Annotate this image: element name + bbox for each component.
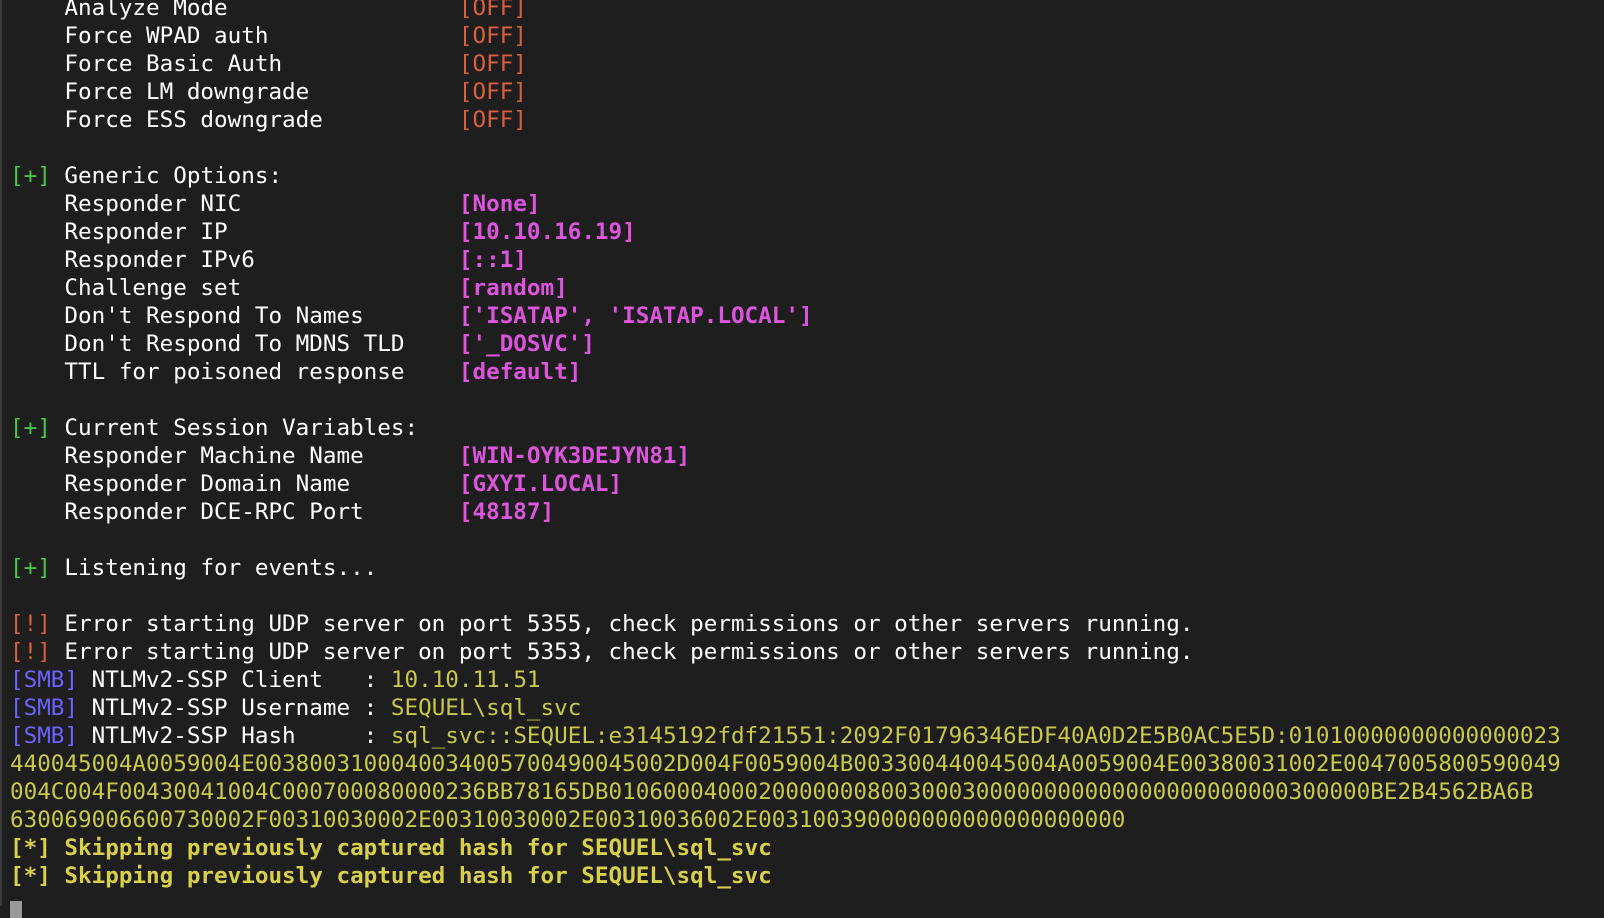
terminal-text-segment: Responder Domain Name <box>10 471 459 497</box>
terminal-line: Responder Machine Name [WIN-OYK3DEJYN81] <box>10 442 1604 470</box>
terminal-text-segment: [!] <box>10 639 51 665</box>
terminal-line: [!] Error starting UDP server on port 53… <box>10 638 1604 666</box>
terminal-text-segment: Listening for events... <box>50 555 378 581</box>
terminal-text-segment: Challenge set <box>10 275 459 301</box>
terminal-text-segment: Responder NIC <box>10 191 459 217</box>
terminal-line: [+] Listening for events... <box>10 554 1604 582</box>
terminal-text-segment: NTLMv2-SSP Hash : <box>78 723 391 749</box>
terminal-text-segment: SEQUEL\sql_svc <box>390 695 582 721</box>
terminal-text-segment: 004C004F00430041004C000700080000236BB781… <box>10 779 1534 805</box>
terminal-text-segment: [48187] <box>458 499 555 525</box>
terminal-line: [+] Current Session Variables: <box>10 414 1604 442</box>
terminal-output[interactable]: Analyze Mode [OFF] Force WPAD auth [OFF]… <box>10 0 1604 918</box>
terminal-line: Challenge set [random] <box>10 274 1604 302</box>
terminal-text-segment: sql_svc::SEQUEL:e3145192fdf21551:2092F01… <box>390 723 1561 749</box>
terminal-text-segment: [+] <box>10 415 51 441</box>
terminal-text-segment: Responder Machine Name <box>10 443 459 469</box>
terminal-text-segment: Force Basic Auth <box>10 51 459 77</box>
terminal-text-segment: [+] <box>10 163 51 189</box>
terminal-text-segment: [OFF] <box>458 51 527 77</box>
terminal-text-segment: [10.10.16.19] <box>458 219 636 245</box>
terminal-text-segment: Don't Respond To Names <box>10 303 459 329</box>
terminal-text-segment: [OFF] <box>458 0 527 21</box>
terminal-text-segment: [SMB] <box>10 667 79 693</box>
terminal-text-segment: [OFF] <box>458 79 527 105</box>
terminal-line: [!] Error starting UDP server on port 53… <box>10 610 1604 638</box>
terminal-text-segment: TTL for poisoned response <box>10 359 459 385</box>
terminal-line: Analyze Mode [OFF] <box>10 0 1604 22</box>
terminal-text-segment: [SMB] <box>10 723 79 749</box>
terminal-text-segment: [*] Skipping previously captured hash fo… <box>10 863 772 889</box>
terminal-text-segment: [SMB] <box>10 695 79 721</box>
terminal-text-segment: [default] <box>458 359 582 385</box>
terminal-text-segment: ['_DOSVC'] <box>458 331 595 357</box>
terminal-text-segment: Analyze Mode <box>10 0 459 21</box>
terminal-text-segment: Generic Options: <box>50 163 283 189</box>
terminal-text-segment: [*] Skipping previously captured hash fo… <box>10 835 772 861</box>
terminal-text-segment: Responder IPv6 <box>10 247 459 273</box>
terminal-line: [SMB] NTLMv2-SSP Client : 10.10.11.51 <box>10 666 1604 694</box>
terminal-text-segment: [random] <box>458 275 568 301</box>
terminal-line: [SMB] NTLMv2-SSP Hash : sql_svc::SEQUEL:… <box>10 722 1604 750</box>
terminal-line: 004C004F00430041004C000700080000236BB781… <box>10 778 1604 806</box>
terminal-line: Force Basic Auth [OFF] <box>10 50 1604 78</box>
terminal-line: Force ESS downgrade [OFF] <box>10 106 1604 134</box>
terminal-text-segment: Error starting UDP server on port 5353, … <box>50 639 1194 665</box>
terminal-line: Responder IP [10.10.16.19] <box>10 218 1604 246</box>
terminal-text-segment: [::1] <box>458 247 527 273</box>
terminal-text-segment: 10.10.11.51 <box>390 667 541 693</box>
terminal-text-segment: Error starting UDP server on port 5355, … <box>50 611 1194 637</box>
terminal-line: Don't Respond To MDNS TLD ['_DOSVC'] <box>10 330 1604 358</box>
terminal-line: Responder NIC [None] <box>10 190 1604 218</box>
window-left-border <box>0 0 2 906</box>
terminal-line: 440045004A0059004E0038003100040034005700… <box>10 750 1604 778</box>
terminal-line: Responder DCE-RPC Port [48187] <box>10 498 1604 526</box>
terminal-line: Responder Domain Name [GXYI.LOCAL] <box>10 470 1604 498</box>
terminal-text-segment: 440045004A0059004E0038003100040034005700… <box>10 751 1561 777</box>
terminal-text-segment: [None] <box>458 191 541 217</box>
terminal-text-segment: Responder IP <box>10 219 459 245</box>
terminal-prompt-line <box>10 890 1604 918</box>
terminal-line: [SMB] NTLMv2-SSP Username : SEQUEL\sql_s… <box>10 694 1604 722</box>
terminal-text-segment: [+] <box>10 555 51 581</box>
terminal-line: Force LM downgrade [OFF] <box>10 78 1604 106</box>
terminal-text-segment: NTLMv2-SSP Username : <box>78 695 391 721</box>
terminal-line: [*] Skipping previously captured hash fo… <box>10 862 1604 890</box>
terminal-line: Force WPAD auth [OFF] <box>10 22 1604 50</box>
terminal-line: 630069006600730002F00310030002E003100300… <box>10 806 1604 834</box>
terminal-text-segment: 630069006600730002F00310030002E003100300… <box>10 807 1126 833</box>
terminal-text-segment: [OFF] <box>458 23 527 49</box>
terminal-text-segment: Force ESS downgrade <box>10 107 459 133</box>
terminal-text-segment: [WIN-OYK3DEJYN81] <box>458 443 691 469</box>
terminal-text-segment: Responder DCE-RPC Port <box>10 499 459 525</box>
terminal-text-segment: [!] <box>10 611 51 637</box>
terminal-text-segment: [GXYI.LOCAL] <box>458 471 623 497</box>
terminal-text-segment: Don't Respond To MDNS TLD <box>10 331 459 357</box>
terminal-line: TTL for poisoned response [default] <box>10 358 1604 386</box>
terminal-line: [*] Skipping previously captured hash fo… <box>10 834 1604 862</box>
terminal-text-segment: Force WPAD auth <box>10 23 459 49</box>
terminal-text-segment: NTLMv2-SSP Client : <box>78 667 391 693</box>
terminal-text-segment: Current Session Variables: <box>50 415 419 441</box>
terminal-line: Don't Respond To Names ['ISATAP', 'ISATA… <box>10 302 1604 330</box>
terminal-text-segment: Force LM downgrade <box>10 79 459 105</box>
terminal-line: [+] Generic Options: <box>10 162 1604 190</box>
terminal-line: Responder IPv6 [::1] <box>10 246 1604 274</box>
terminal-text-segment: ['ISATAP', 'ISATAP.LOCAL'] <box>458 303 813 329</box>
text-cursor <box>10 901 22 918</box>
terminal-text-segment: [OFF] <box>458 107 527 133</box>
